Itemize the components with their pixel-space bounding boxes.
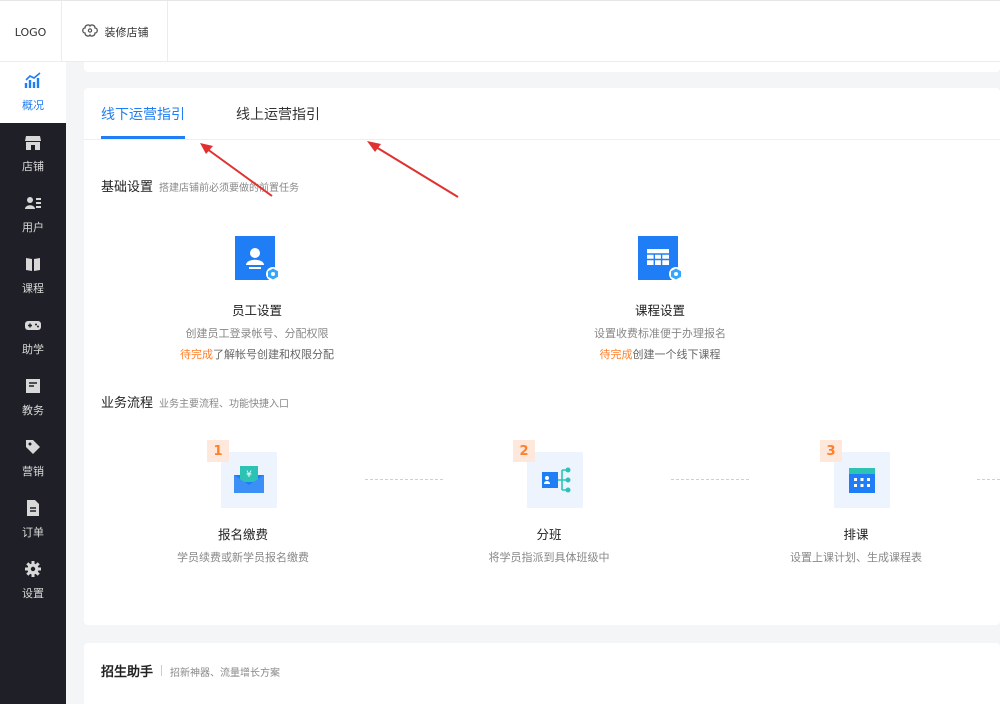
card-desc: 设置收费标准便于办理报名 (594, 327, 726, 340)
section-title: 业务流程 (101, 396, 154, 411)
section-subtitle: 搭建店铺前必须要做的前置任务 (159, 183, 300, 194)
sidebar-item-label: 营销 (22, 465, 44, 478)
class-branch-icon (527, 452, 583, 508)
course-grid-icon (632, 234, 688, 290)
flow-step-enroll[interactable]: ¥ 1 报名缴费 学员续费或新学员报名缴费 (123, 440, 363, 565)
svg-text:¥: ¥ (246, 470, 252, 480)
tag-icon (24, 438, 42, 459)
top-card-strip (84, 62, 1000, 72)
recruit-panel: 招生助手 招新神器、流量增长方案 (84, 643, 1000, 704)
guide-panel: 线下运营指引 线上运营指引 基础设置 搭建店铺前必须要做的前置任务 员工设置 创… (84, 88, 1000, 625)
flow-connector (977, 479, 1000, 480)
pending-badge: 待完成 (599, 348, 633, 361)
sidebar-item-marketing[interactable]: 营销 (0, 428, 66, 489)
logo[interactable]: LOGO (0, 1, 62, 63)
tab-bar: 线下运营指引 线上运营指引 (84, 88, 1000, 140)
document-icon (24, 499, 42, 520)
section-title: 基础设置 (101, 180, 154, 195)
flow-step-schedule[interactable]: 3 排课 设置上课计划、生成课程表 (736, 440, 976, 565)
step-number: 3 (820, 440, 842, 462)
chart-trend-icon (24, 72, 42, 93)
sidebar-item-label: 课程 (22, 282, 44, 295)
board-icon (24, 377, 42, 398)
sidebar-item-users[interactable]: 用户 (0, 184, 66, 245)
card-name: 员工设置 (231, 303, 282, 318)
decorate-store-button[interactable]: 装修店铺 (62, 1, 168, 63)
top-bar: LOGO 装修店铺 (0, 0, 1000, 63)
sidebar-item-settings[interactable]: 设置 (0, 550, 66, 611)
step-number: 1 (207, 440, 229, 462)
step-name: 分班 (536, 527, 562, 542)
sidebar-item-label: 订单 (22, 526, 44, 539)
card-name: 课程设置 (634, 303, 685, 318)
sidebar-item-label: 用户 (22, 221, 44, 234)
card-status: 待完成了解帐号创建和权限分配 (127, 346, 387, 362)
sidebar-item-label: 概况 (22, 99, 44, 112)
flow-step-class[interactable]: 2 分班 将学员指派到具体班级中 (429, 440, 669, 565)
payment-envelope-icon: ¥ (221, 452, 277, 508)
sidebar: 概况 店铺 用户 课程 助学 教务 营销 订单 设置 (0, 62, 66, 704)
sidebar-item-overview[interactable]: 概况 (0, 62, 66, 123)
sidebar-item-orders[interactable]: 订单 (0, 489, 66, 550)
step-number: 2 (513, 440, 535, 462)
sidebar-item-label: 教务 (22, 404, 44, 417)
sidebar-item-academic[interactable]: 教务 (0, 367, 66, 428)
card-desc: 创建员工登录帐号、分配权限 (185, 327, 329, 340)
sidebar-item-store[interactable]: 店铺 (0, 123, 66, 184)
section-title: 招生助手 (101, 665, 154, 680)
users-icon (24, 194, 42, 215)
active-tab-indicator (101, 136, 185, 139)
sidebar-item-label: 助学 (22, 343, 44, 356)
sidebar-item-course[interactable]: 课程 (0, 245, 66, 306)
divider (161, 665, 163, 676)
step-desc: 学员续费或新学员报名缴费 (177, 551, 309, 564)
decorate-icon (81, 23, 99, 42)
basic-settings-heading: 基础设置 搭建店铺前必须要做的前置任务 (101, 176, 299, 195)
course-settings-card[interactable]: 课程设置 设置收费标准便于办理报名 待完成创建一个线下课程 (530, 234, 790, 362)
tab-online-guide[interactable]: 线上运营指引 (236, 104, 320, 124)
step-desc: 将学员指派到具体班级中 (488, 551, 610, 564)
staff-settings-card[interactable]: 员工设置 创建员工登录帐号、分配权限 待完成了解帐号创建和权限分配 (127, 234, 387, 362)
section-subtitle: 业务主要流程、功能快捷入口 (159, 399, 290, 410)
sidebar-item-label: 店铺 (22, 160, 44, 173)
sidebar-item-assist[interactable]: 助学 (0, 306, 66, 367)
book-icon (24, 255, 42, 276)
gear-icon (24, 560, 42, 581)
recruit-heading: 招生助手 招新神器、流量增长方案 (101, 661, 280, 680)
step-desc: 设置上课计划、生成课程表 (790, 551, 922, 564)
staff-icon (229, 234, 285, 290)
tab-offline-guide[interactable]: 线下运营指引 (101, 104, 185, 124)
gamepad-icon (24, 316, 42, 337)
pending-badge: 待完成 (180, 348, 213, 361)
card-status-text: 了解帐号创建和权限分配 (213, 348, 334, 361)
store-icon (24, 133, 42, 154)
card-status: 待完成创建一个线下课程 (530, 346, 790, 362)
sidebar-item-label: 设置 (22, 587, 44, 600)
step-name: 排课 (843, 527, 869, 542)
business-process-heading: 业务流程 业务主要流程、功能快捷入口 (101, 392, 289, 411)
calendar-icon (834, 452, 890, 508)
decorate-store-label: 装修店铺 (104, 26, 149, 39)
card-status-text: 创建一个线下课程 (632, 348, 721, 361)
section-subtitle: 招新神器、流量增长方案 (170, 668, 281, 679)
step-name: 报名缴费 (217, 527, 268, 542)
